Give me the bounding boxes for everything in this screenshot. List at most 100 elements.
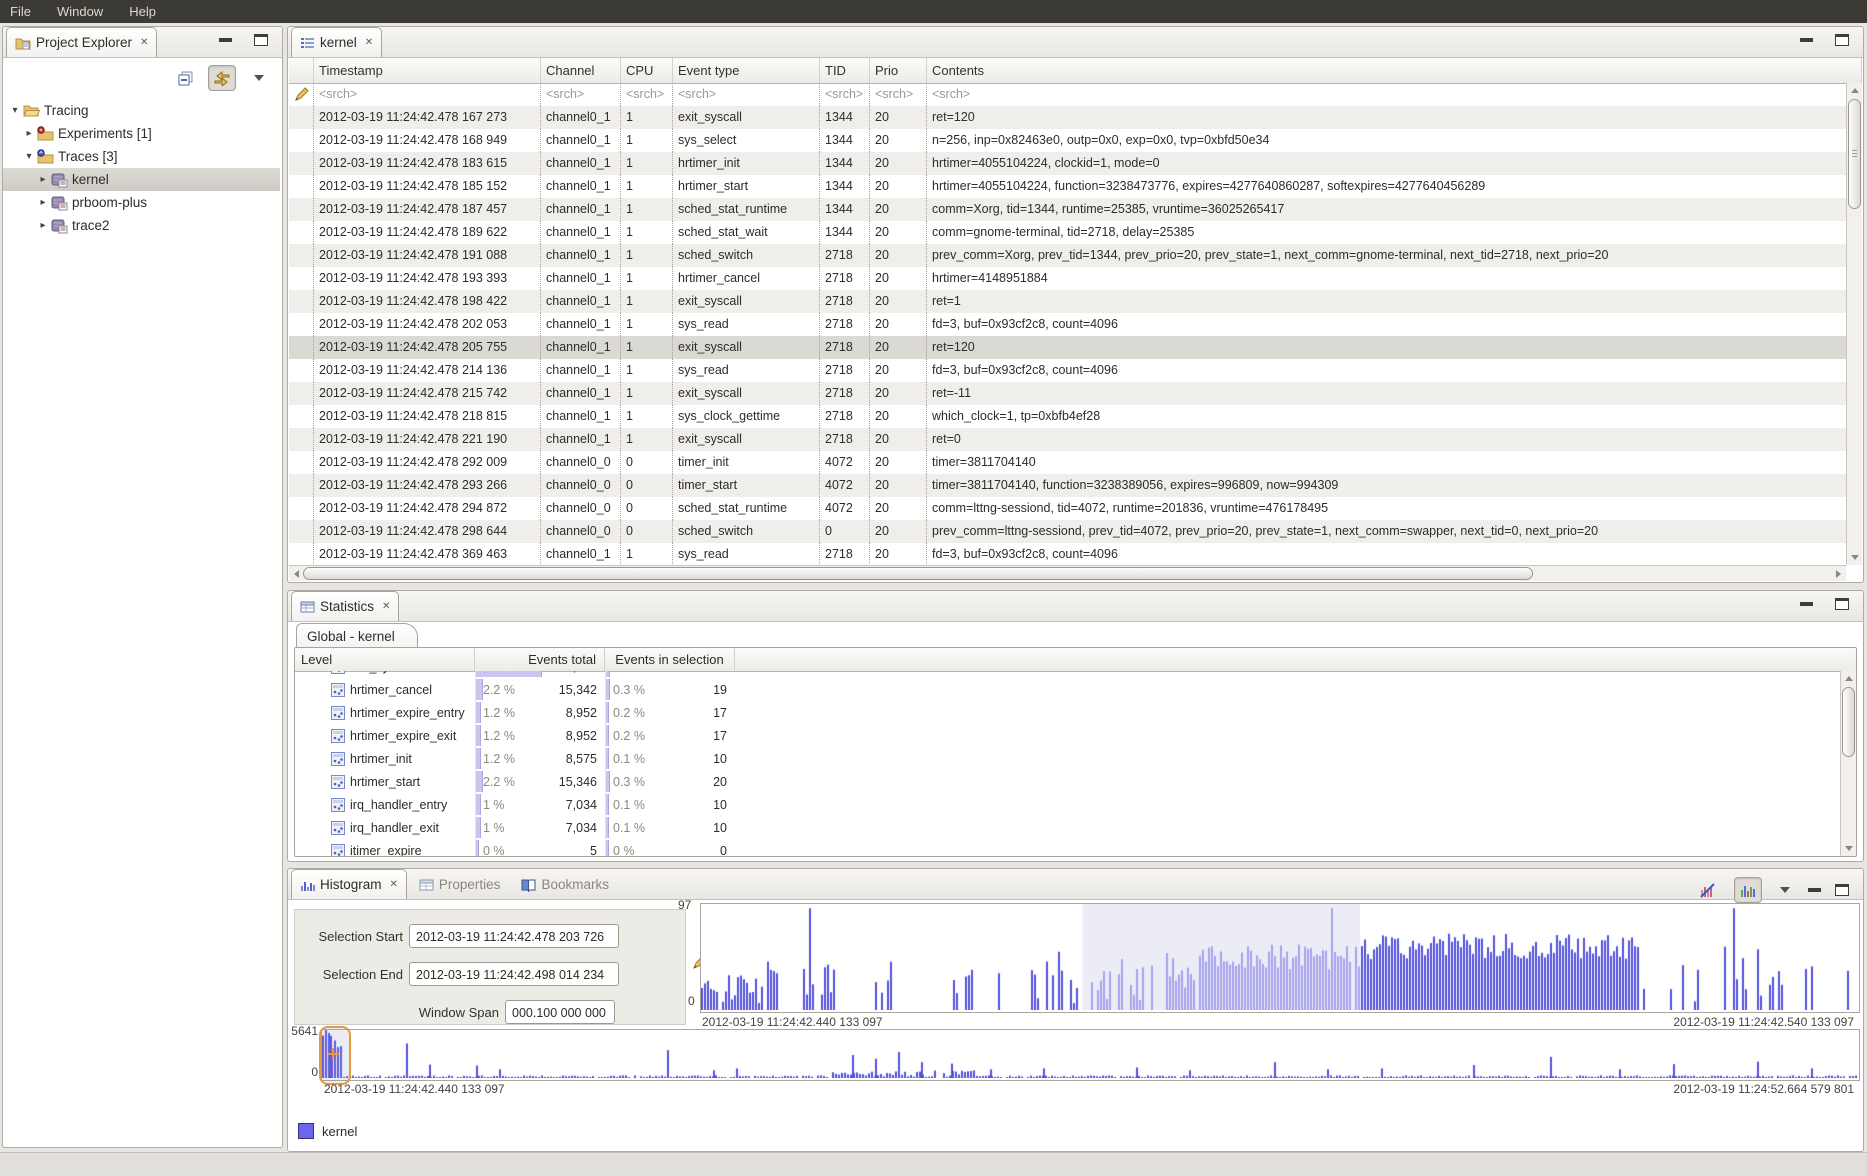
table-row[interactable]: 2012-03-19 11:24:42.478 221 190channel0_… <box>289 428 1846 451</box>
column-events-in-selection[interactable]: Events in selection <box>605 648 735 671</box>
table-row[interactable]: 2012-03-19 11:24:42.478 292 009channel0_… <box>289 451 1846 474</box>
window-span-input[interactable]: 000.100 000 000 <box>505 1000 615 1024</box>
column-cpu[interactable]: CPU <box>621 58 673 83</box>
close-icon[interactable]: ✕ <box>390 879 398 890</box>
tree-item-prboom-plus[interactable]: ▸prboom-plus <box>3 191 280 214</box>
maximize-icon[interactable] <box>1835 34 1849 46</box>
column-timestamp[interactable]: Timestamp <box>314 58 541 83</box>
table-row[interactable]: 2012-03-19 11:24:42.478 202 053channel0_… <box>289 313 1846 336</box>
tree-item-tracing[interactable]: ▾Tracing <box>3 99 280 122</box>
scrollbar-thumb[interactable] <box>1848 99 1861 209</box>
scrollbar-thumb[interactable] <box>303 567 1533 580</box>
minimize-icon[interactable] <box>1800 38 1813 42</box>
column-level[interactable]: Level <box>295 648 475 671</box>
search-input-channel[interactable]: <srch> <box>541 83 621 106</box>
search-input-tid[interactable]: <srch> <box>820 83 870 106</box>
tab-properties[interactable]: Properties <box>410 869 510 899</box>
statistics-row[interactable]: exit_syscall35.2 %245,7450.4 %355 <box>295 671 1840 678</box>
selection-end-input[interactable]: 2012-03-19 11:24:42.498 014 234 <box>409 962 619 986</box>
column-contents[interactable]: Contents <box>927 58 1862 83</box>
close-icon[interactable]: ✕ <box>140 37 148 48</box>
search-row[interactable]: <srch><srch><srch><srch><srch><srch><src… <box>289 83 1846 106</box>
table-row[interactable]: 2012-03-19 11:24:42.478 189 622channel0_… <box>289 221 1846 244</box>
link-with-editor-button[interactable] <box>208 65 236 91</box>
activate-coloring-button[interactable] <box>1734 877 1762 903</box>
hide-lost-events-button[interactable] <box>1696 879 1720 901</box>
search-input-contents[interactable]: <srch> <box>927 83 1846 106</box>
table-row[interactable]: 2012-03-19 11:24:42.478 218 815channel0_… <box>289 405 1846 428</box>
tab-histogram[interactable]: Histogram✕ <box>291 869 407 899</box>
maximize-icon[interactable] <box>1835 884 1849 896</box>
minimize-icon[interactable] <box>219 38 232 42</box>
search-input-event-type[interactable]: <srch> <box>673 83 820 106</box>
selection-start-input[interactable]: 2012-03-19 11:24:42.478 203 726 <box>409 924 619 948</box>
tree-item-traces[interactable]: ▾Traces [3] <box>3 145 280 168</box>
tab-statistics[interactable]: Statistics ✕ <box>291 591 399 621</box>
minimize-icon[interactable] <box>1800 602 1813 606</box>
table-row[interactable]: 2012-03-19 11:24:42.478 193 393channel0_… <box>289 267 1846 290</box>
tab-kernel-events[interactable]: kernel ✕ <box>291 27 382 57</box>
column-event-type[interactable]: Event type <box>673 58 820 83</box>
table-row[interactable]: 2012-03-19 11:24:42.478 167 273channel0_… <box>289 106 1846 129</box>
window-range-indicator[interactable] <box>319 1026 351 1085</box>
menu-file[interactable]: File <box>10 4 31 19</box>
column-tid[interactable]: TID <box>820 58 870 83</box>
table-row[interactable]: 2012-03-19 11:24:42.478 168 949channel0_… <box>289 129 1846 152</box>
statistics-vertical-scrollbar[interactable] <box>1840 671 1856 856</box>
maximize-icon[interactable] <box>1835 598 1849 610</box>
statistics-row[interactable]: hrtimer_expire_exit1.2 %8,9520.2 %17 <box>295 724 1840 747</box>
close-icon[interactable]: ✕ <box>365 37 373 48</box>
statistics-row[interactable]: itimer_expire0 %50 %0 <box>295 839 1840 856</box>
column-prio[interactable]: Prio <box>870 58 927 83</box>
maximize-icon[interactable] <box>254 34 268 46</box>
statistics-row[interactable]: hrtimer_init1.2 %8,5750.1 %10 <box>295 747 1840 770</box>
tree-item-trace2[interactable]: ▸trace2 <box>3 214 280 237</box>
scrollbar-thumb[interactable] <box>1842 687 1855 757</box>
table-row[interactable]: 2012-03-19 11:24:42.478 214 136channel0_… <box>289 359 1846 382</box>
statistics-row[interactable]: hrtimer_cancel2.2 %15,3420.3 %19 <box>295 678 1840 701</box>
table-row[interactable]: 2012-03-19 11:24:42.478 185 152channel0_… <box>289 175 1846 198</box>
tree-item-experiments[interactable]: ▸Experiments [1] <box>3 122 280 145</box>
events-table-header[interactable]: TimestampChannelCPUEvent typeTIDPrioCont… <box>289 58 1862 84</box>
view-menu-button[interactable] <box>1776 878 1794 902</box>
menu-help[interactable]: Help <box>129 4 156 19</box>
table-row[interactable]: 2012-03-19 11:24:42.478 294 872channel0_… <box>289 497 1846 520</box>
tree-item-kernel[interactable]: ▸kernel <box>3 168 280 191</box>
search-input-cpu[interactable]: <srch> <box>621 83 673 106</box>
table-row[interactable]: 2012-03-19 11:24:42.478 205 755channel0_… <box>289 336 1846 359</box>
events-vertical-scrollbar[interactable] <box>1846 83 1862 565</box>
expander-collapsed-icon[interactable]: ▸ <box>37 220 49 231</box>
tab-global-kernel[interactable]: Global - kernel <box>296 623 418 649</box>
column-events-total[interactable]: Events total <box>475 648 605 671</box>
table-row[interactable]: 2012-03-19 11:24:42.478 183 615channel0_… <box>289 152 1846 175</box>
table-row[interactable]: 2012-03-19 11:24:42.478 293 266channel0_… <box>289 474 1846 497</box>
tab-project-explorer[interactable]: Project Explorer ✕ <box>6 27 157 57</box>
expander-expanded-icon[interactable]: ▾ <box>9 105 21 116</box>
table-row[interactable]: 2012-03-19 11:24:42.478 369 463channel0_… <box>289 543 1846 565</box>
minimize-icon[interactable] <box>1808 888 1821 892</box>
search-input-timestamp[interactable]: <srch> <box>314 83 541 106</box>
search-input-prio[interactable]: <srch> <box>870 83 927 106</box>
column-channel[interactable]: Channel <box>541 58 621 83</box>
table-row[interactable]: 2012-03-19 11:24:42.478 298 644channel0_… <box>289 520 1846 543</box>
collapse-all-button[interactable] <box>172 66 198 90</box>
expander-collapsed-icon[interactable]: ▸ <box>23 128 35 139</box>
expander-collapsed-icon[interactable]: ▸ <box>37 174 49 185</box>
view-menu-button[interactable] <box>246 66 272 90</box>
tab-bookmarks[interactable]: Bookmarks <box>512 869 618 899</box>
expander-expanded-icon[interactable]: ▾ <box>23 151 35 162</box>
statistics-row[interactable]: irq_handler_entry1 %7,0340.1 %10 <box>295 793 1840 816</box>
table-row[interactable]: 2012-03-19 11:24:42.478 187 457channel0_… <box>289 198 1846 221</box>
expander-collapsed-icon[interactable]: ▸ <box>37 197 49 208</box>
events-horizontal-scrollbar[interactable] <box>289 565 1846 581</box>
statistics-row[interactable]: hrtimer_expire_entry1.2 %8,9520.2 %17 <box>295 701 1840 724</box>
statistics-row[interactable]: irq_handler_exit1 %7,0340.1 %10 <box>295 816 1840 839</box>
full-range-histogram-chart[interactable] <box>321 1029 1860 1081</box>
table-row[interactable]: 2012-03-19 11:24:42.478 198 422channel0_… <box>289 290 1846 313</box>
menu-window[interactable]: Window <box>57 4 103 19</box>
statistics-table-header[interactable]: Level Events total Events in selection <box>295 648 1856 672</box>
close-icon[interactable]: ✕ <box>382 601 390 612</box>
statistics-row[interactable]: hrtimer_start2.2 %15,3460.3 %20 <box>295 770 1840 793</box>
window-histogram-chart[interactable] <box>700 903 1860 1013</box>
table-row[interactable]: 2012-03-19 11:24:42.478 215 742channel0_… <box>289 382 1846 405</box>
